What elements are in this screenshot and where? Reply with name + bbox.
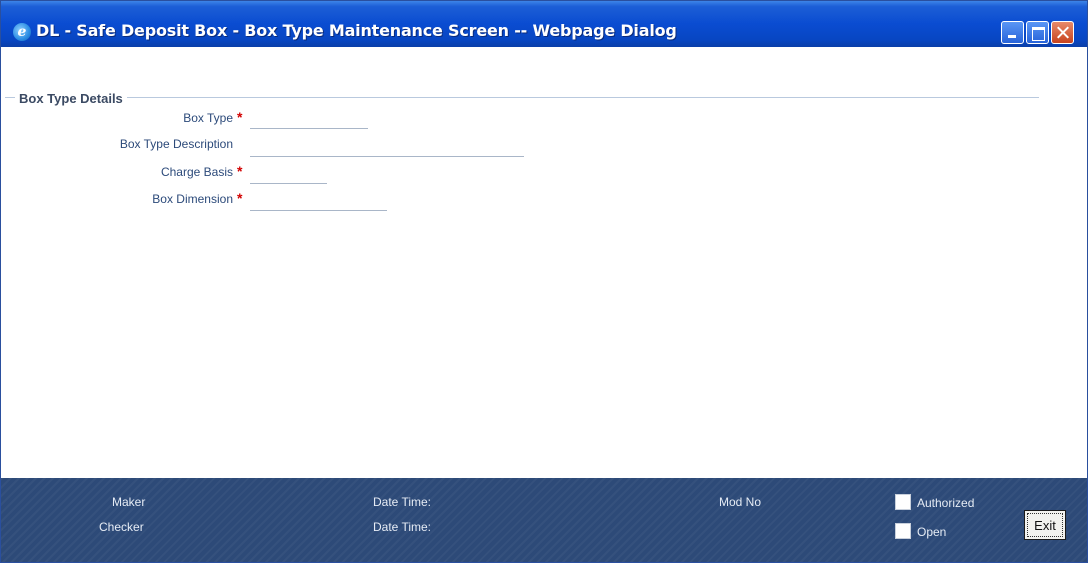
authorized-checkbox[interactable]: [895, 494, 911, 510]
form-content: Box Type Details Box Type * Box Type Des…: [1, 47, 1087, 478]
exit-button[interactable]: Exit: [1024, 510, 1066, 540]
box-type-description-input[interactable]: [250, 140, 524, 157]
fieldset-divider: [5, 97, 1039, 98]
box-type-input[interactable]: [250, 112, 368, 129]
maximize-button[interactable]: [1026, 21, 1049, 44]
charge-basis-required-marker: *: [237, 163, 243, 179]
audit-footer: Maker Checker Date Time: Date Time: Mod …: [1, 478, 1087, 562]
dialog-window: e DL - Safe Deposit Box - Box Type Maint…: [0, 0, 1088, 563]
authorized-label: Authorized: [917, 496, 975, 510]
maker-datetime-label: Date Time:: [373, 495, 432, 509]
box-type-description-label: Box Type Description: [119, 137, 233, 151]
mod-no-label: Mod No: [719, 495, 762, 509]
title-bar[interactable]: e DL - Safe Deposit Box - Box Type Maint…: [1, 1, 1087, 47]
maker-label: Maker: [112, 495, 146, 509]
ie-icon: e: [13, 23, 31, 41]
window-title: DL - Safe Deposit Box - Box Type Mainten…: [36, 21, 677, 40]
minimize-button[interactable]: [1001, 21, 1024, 44]
charge-basis-label: Charge Basis: [160, 165, 233, 179]
box-type-required-marker: *: [237, 109, 243, 125]
box-type-label: Box Type: [183, 111, 233, 125]
checker-datetime-label: Date Time:: [373, 520, 432, 534]
section-legend: Box Type Details: [5, 91, 127, 106]
open-label: Open: [917, 525, 947, 539]
checker-label: Checker: [99, 520, 144, 534]
box-dimension-required-marker: *: [237, 190, 243, 206]
box-dimension-input[interactable]: [250, 194, 387, 211]
open-checkbox[interactable]: [895, 523, 911, 539]
box-dimension-label: Box Dimension: [152, 192, 233, 206]
charge-basis-input[interactable]: [250, 167, 327, 184]
close-button[interactable]: [1051, 21, 1074, 44]
